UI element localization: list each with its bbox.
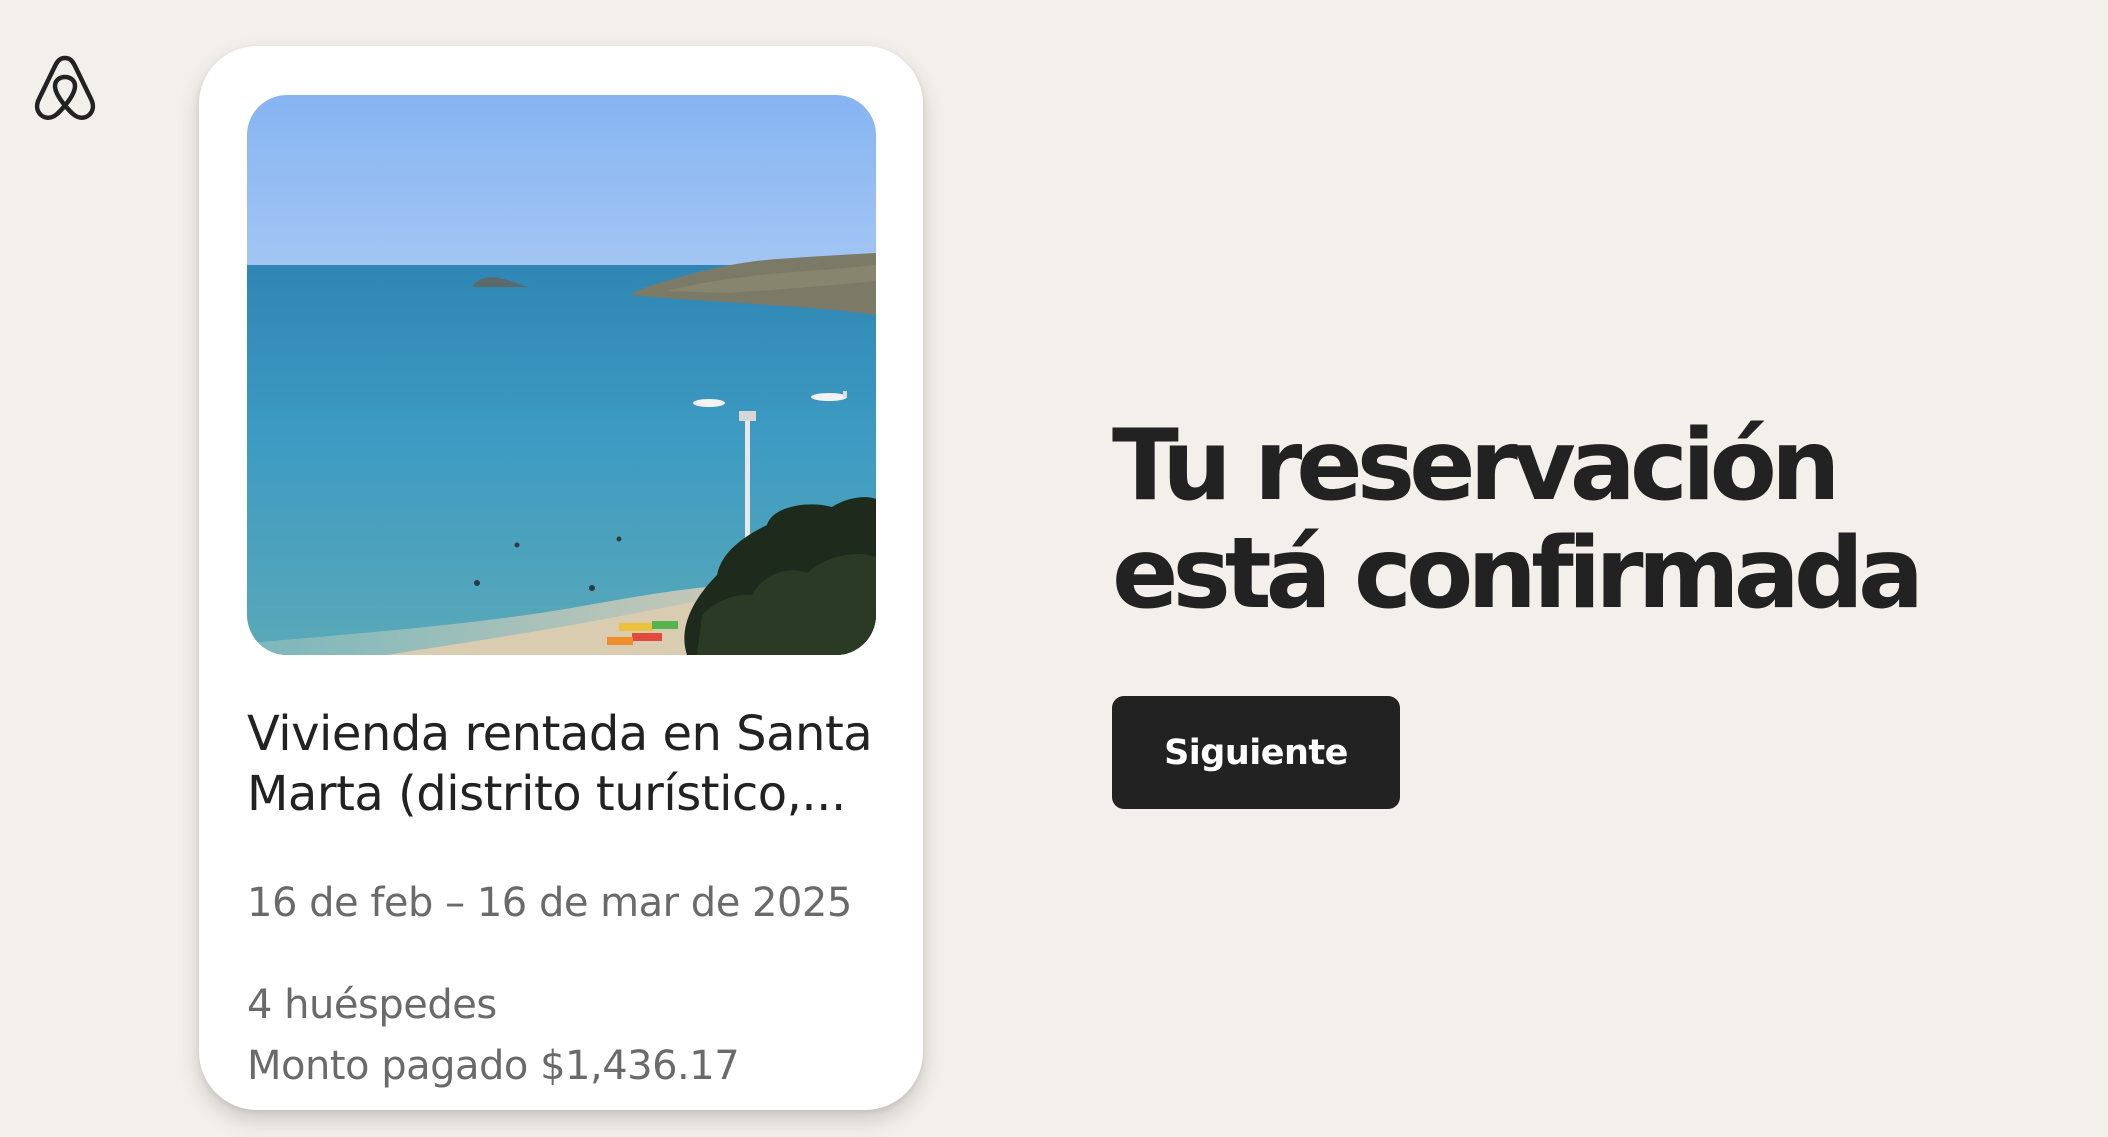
- guest-count: 4 huéspedes: [247, 982, 497, 1028]
- headline-line-1: Tu reservación: [1112, 409, 1841, 523]
- listing-photo: [247, 95, 876, 655]
- airbnb-logo-icon[interactable]: [33, 52, 97, 122]
- confirmation-headline: Tu reservación está confirmada: [1112, 412, 2012, 628]
- next-button[interactable]: Siguiente: [1112, 696, 1400, 809]
- reservation-card: Vivienda rentada en Santa Marta (distrit…: [199, 46, 923, 1110]
- amount-paid: Monto pagado $1,436.17: [247, 1043, 740, 1089]
- headline-line-2: está confirmada: [1112, 517, 1924, 631]
- reservation-dates: 16 de feb – 16 de mar de 2025: [247, 880, 852, 926]
- listing-title: Vivienda rentada en Santa Marta (distrit…: [247, 706, 873, 822]
